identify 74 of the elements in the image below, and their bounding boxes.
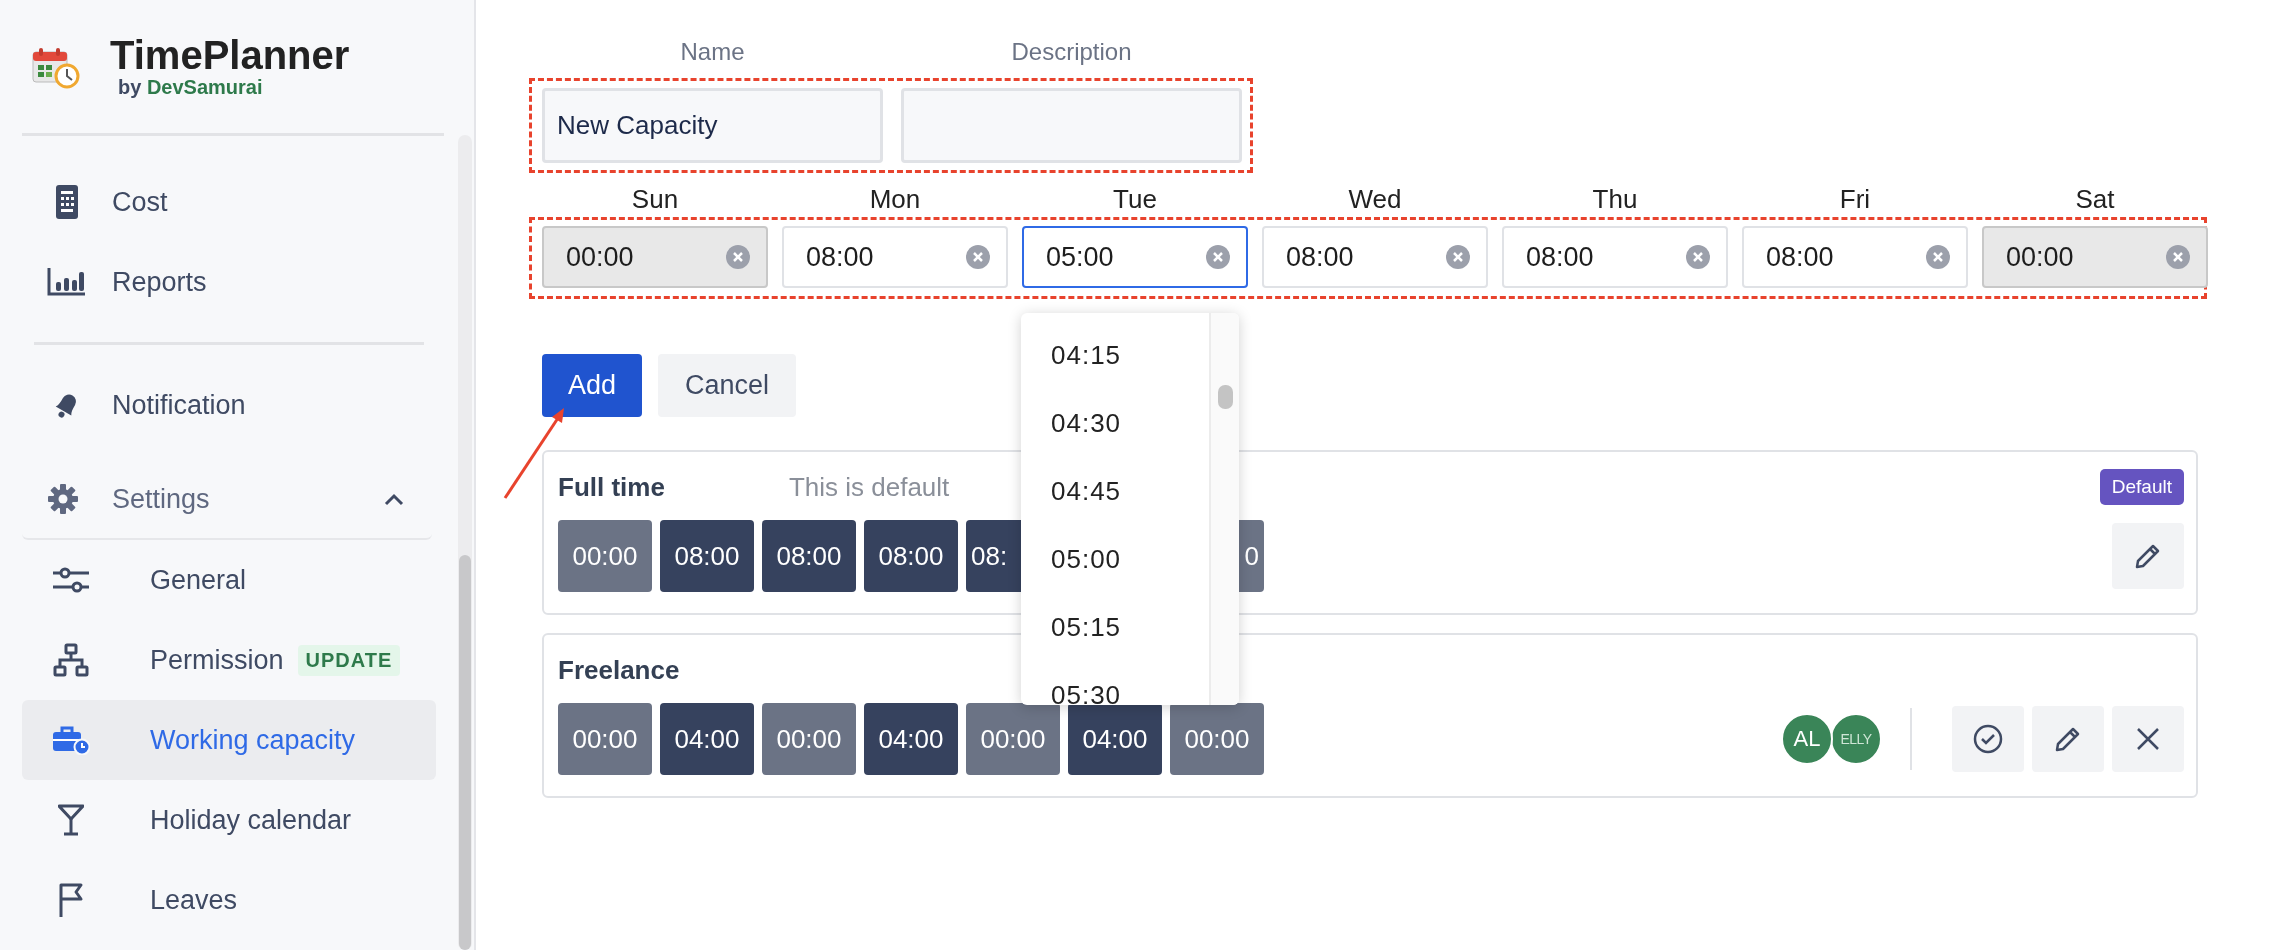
settings-menu[interactable]: Settings — [22, 460, 432, 540]
time-field[interactable]: 08:00 — [1742, 226, 1968, 288]
clear-icon[interactable] — [1926, 245, 1950, 269]
close-icon — [2136, 727, 2160, 751]
briefcase-clock-icon — [52, 725, 90, 755]
hierarchy-icon — [53, 643, 89, 677]
sidebar-item[interactable]: Notification — [22, 365, 436, 445]
sidebar-item[interactable]: Reports — [22, 242, 436, 322]
clear-icon[interactable] — [1446, 245, 1470, 269]
capacity-note: This is default — [788, 471, 950, 503]
field-label: Name — [679, 38, 746, 66]
capacity-name: Full time — [558, 471, 665, 503]
scrollbar[interactable] — [458, 135, 472, 950]
time-field[interactable]: 05:00 — [1022, 226, 1248, 288]
field-label: Description — [1010, 38, 1133, 66]
app-title: TimePlanner — [110, 34, 350, 76]
time-chip: 04:00 — [864, 703, 958, 775]
confirm-button[interactable] — [1952, 706, 2024, 772]
time-field[interactable]: 08:00 — [1262, 226, 1488, 288]
clear-icon[interactable] — [966, 245, 990, 269]
edit-button[interactable] — [2112, 523, 2184, 589]
time-chip: 08:00 — [762, 520, 856, 592]
day-label: Tue — [1112, 184, 1158, 215]
time-option[interactable]: 04:15 — [1021, 321, 1209, 389]
chevron-icon — [384, 492, 404, 506]
sidebar-item[interactable]: Permission UPDATE — [22, 620, 436, 700]
time-chip: 08:00 — [864, 520, 958, 592]
bar-chart-icon — [47, 268, 87, 296]
time-field[interactable]: 08:00 — [1502, 226, 1728, 288]
sidebar-item[interactable]: Working capacity — [22, 700, 436, 780]
day-label: Fri — [1838, 184, 1872, 215]
pencil-icon — [2134, 542, 2162, 570]
capacity-name: Freelance — [558, 654, 680, 686]
time-chip: 00:00 — [762, 703, 856, 775]
sliders-icon — [53, 567, 89, 593]
app-byline: by DevSamurai — [118, 76, 264, 99]
sidebar-item[interactable]: Holiday calendar — [22, 780, 436, 860]
time-option[interactable]: 05:30 — [1021, 661, 1209, 705]
avatar[interactable]: AL — [1781, 713, 1833, 765]
time-chip: 08:00 — [660, 520, 754, 592]
scrollbar[interactable] — [1209, 313, 1239, 705]
time-field[interactable]: 08:00 — [782, 226, 1008, 288]
pencil-icon — [2054, 725, 2082, 753]
sidebar-item[interactable]: Leaves — [22, 860, 436, 940]
document-icon — [56, 185, 78, 219]
description-field[interactable] — [901, 88, 1242, 163]
time-option[interactable]: 04:30 — [1021, 389, 1209, 457]
flag-icon — [58, 883, 84, 917]
time-option[interactable]: 05:15 — [1021, 593, 1209, 661]
sidebar-item[interactable]: General — [22, 540, 436, 620]
sidebar-item[interactable]: Cost — [22, 162, 436, 242]
time-chip: 04:00 — [1068, 703, 1162, 775]
time-chip: 04:00 — [660, 703, 754, 775]
day-label: Mon — [868, 184, 922, 215]
calendar-clock-icon — [32, 46, 82, 90]
time-chip: 00:00 — [966, 703, 1060, 775]
update-badge: UPDATE — [297, 644, 401, 676]
time-chip: 00:00 — [558, 520, 652, 592]
day-label: Sat — [2074, 184, 2116, 215]
cancel-button[interactable]: Cancel — [658, 354, 796, 417]
default-badge: Default — [2099, 469, 2184, 505]
day-label: Wed — [1347, 184, 1403, 215]
edit-button[interactable] — [2032, 706, 2104, 772]
day-label: Thu — [1591, 184, 1639, 215]
day-label: Sun — [630, 184, 680, 215]
name-field[interactable]: New Capacity — [542, 88, 883, 163]
check-circle-icon — [1973, 724, 2003, 754]
add-button[interactable]: Add — [542, 354, 642, 417]
clear-icon[interactable] — [1206, 245, 1230, 269]
delete-button[interactable] — [2112, 706, 2184, 772]
glass-icon — [58, 804, 84, 836]
time-chip: 00:00 — [558, 703, 652, 775]
clear-icon[interactable] — [1686, 245, 1710, 269]
time-chip: 00:00 — [1170, 703, 1264, 775]
